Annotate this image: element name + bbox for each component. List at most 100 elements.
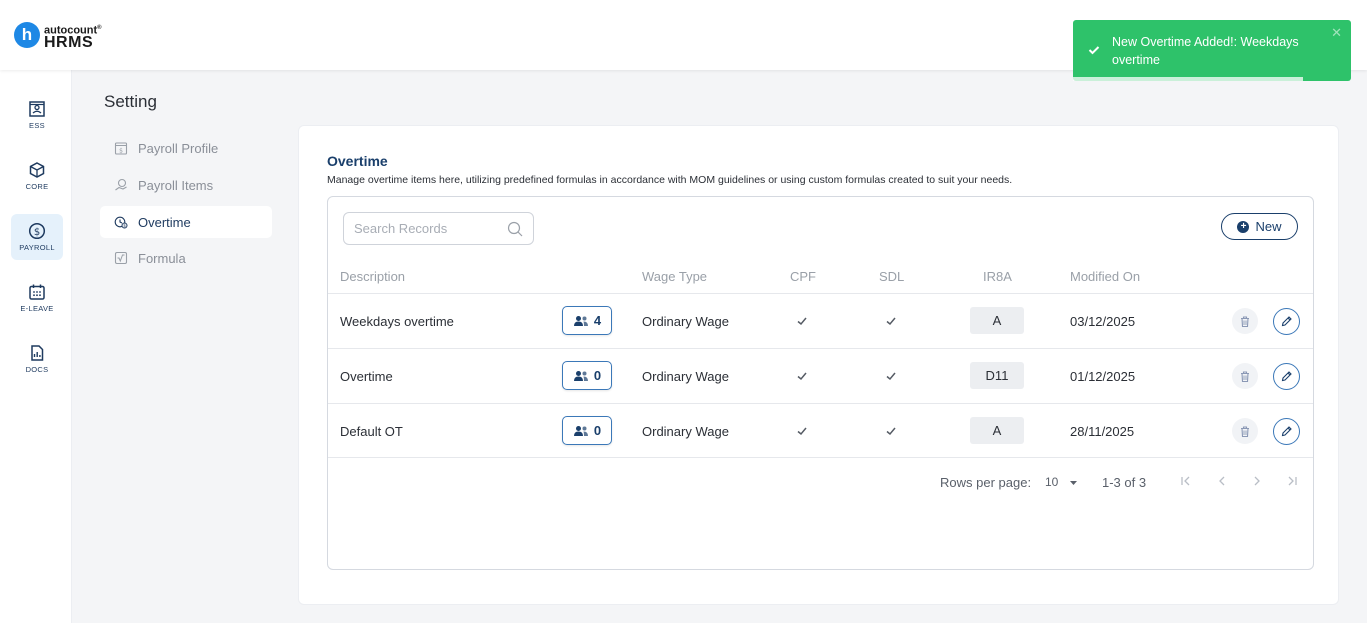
employee-count: 0 bbox=[593, 423, 602, 438]
plus-icon: + bbox=[1237, 220, 1250, 233]
row-description: Overtime bbox=[340, 369, 393, 384]
nav-item-payroll[interactable]: $ PAYROLL bbox=[11, 214, 63, 260]
chevron-right-icon bbox=[1254, 476, 1260, 486]
svg-text:$: $ bbox=[123, 223, 126, 229]
page-title: Overtime bbox=[327, 153, 388, 169]
search-box[interactable] bbox=[343, 212, 534, 245]
column-header-wage-type[interactable]: Wage Type bbox=[642, 269, 707, 284]
settings-title: Setting bbox=[104, 92, 157, 111]
rows-per-page-select[interactable]: 10 bbox=[1045, 475, 1078, 489]
nav-label: E-LEAVE bbox=[20, 304, 54, 313]
submenu-overtime[interactable]: $ Overtime bbox=[100, 206, 272, 238]
app-logo[interactable]: h autocount® HRMS bbox=[14, 22, 102, 51]
logo-icon: h bbox=[14, 22, 40, 49]
row-modified-on: 28/11/2025 bbox=[1070, 424, 1135, 439]
pagination-range: 1-3 of 3 bbox=[1102, 475, 1147, 490]
ir8a-badge: A bbox=[970, 417, 1024, 444]
row-wage-type: Ordinary Wage bbox=[642, 314, 729, 329]
people-icon bbox=[573, 370, 588, 381]
ir8a-badge: D11 bbox=[970, 362, 1024, 389]
column-header-ir8a[interactable]: IR8A bbox=[983, 269, 1012, 284]
nav-item-docs[interactable]: DOCS bbox=[11, 336, 63, 382]
overtime-icon: $ bbox=[114, 216, 128, 229]
sdl-check-icon bbox=[886, 427, 896, 436]
payroll-icon: $ bbox=[28, 222, 46, 240]
cpf-check-icon bbox=[797, 317, 807, 326]
people-icon bbox=[573, 315, 588, 326]
delete-button[interactable] bbox=[1232, 363, 1258, 389]
logo-product: HRMS bbox=[44, 33, 94, 51]
check-icon bbox=[1088, 46, 1100, 55]
sdl-check-icon bbox=[886, 317, 896, 326]
overtime-card: Overtime Manage overtime items here, uti… bbox=[298, 125, 1339, 605]
submenu-label: Payroll Items bbox=[138, 177, 214, 193]
first-page-button[interactable] bbox=[1179, 474, 1193, 491]
close-icon[interactable]: ✕ bbox=[1331, 25, 1342, 41]
pencil-icon bbox=[1281, 426, 1292, 437]
ir8a-badge: A bbox=[970, 307, 1024, 334]
edit-button[interactable] bbox=[1273, 363, 1300, 390]
search-input[interactable] bbox=[354, 221, 504, 236]
edit-button[interactable] bbox=[1273, 418, 1300, 445]
employees-button[interactable]: 4 bbox=[562, 306, 612, 335]
search-icon[interactable] bbox=[507, 221, 523, 237]
employees-button[interactable]: 0 bbox=[562, 361, 612, 390]
pencil-icon bbox=[1281, 316, 1292, 327]
trash-icon bbox=[1241, 425, 1249, 437]
delete-button[interactable] bbox=[1232, 418, 1258, 444]
page-description: Manage overtime items here, utilizing pr… bbox=[327, 174, 1013, 186]
payroll-items-icon bbox=[115, 178, 127, 191]
previous-page-button[interactable] bbox=[1215, 474, 1229, 491]
column-header-modified-on[interactable]: Modified On bbox=[1070, 269, 1140, 284]
employee-count: 4 bbox=[593, 313, 602, 328]
first-page-icon bbox=[1181, 476, 1190, 486]
sdl-check-icon bbox=[886, 372, 896, 381]
submenu-label: Formula bbox=[138, 250, 186, 266]
toast-progress-bar bbox=[1073, 77, 1303, 81]
submenu-formula[interactable]: Formula bbox=[100, 242, 272, 274]
submenu-label: Payroll Profile bbox=[138, 140, 219, 156]
rows-per-page-value: 10 bbox=[1045, 475, 1059, 489]
nav-label: ESS bbox=[29, 121, 45, 130]
caret-down-icon bbox=[1069, 481, 1077, 485]
new-button[interactable]: + New bbox=[1221, 213, 1298, 240]
row-modified-on: 01/12/2025 bbox=[1070, 369, 1136, 384]
success-toast: New Overtime Added!: Weekdays overtime ✕ bbox=[1073, 20, 1351, 81]
last-page-button[interactable] bbox=[1285, 474, 1299, 491]
people-icon bbox=[573, 425, 588, 436]
side-nav: ESS CORE $ PAYROLL E-LEAVE DOCS bbox=[0, 70, 72, 623]
nav-item-core[interactable]: CORE bbox=[11, 153, 63, 199]
nav-label: DOCS bbox=[25, 365, 49, 374]
nav-label: PAYROLL bbox=[19, 243, 55, 252]
employees-button[interactable]: 0 bbox=[562, 416, 612, 445]
overtime-table: + New Description Wage Type CPF SDL IR8A… bbox=[327, 196, 1314, 570]
row-modified-on: 03/12/2025 bbox=[1070, 314, 1136, 329]
edit-button[interactable] bbox=[1273, 308, 1300, 335]
table-row[interactable]: Overtime 0 Ordinary Wage D11 01/12/2025 bbox=[328, 348, 1313, 403]
pagination-bar: Rows per page: 10 1-3 of 3 bbox=[328, 457, 1313, 505]
nav-item-e-leave[interactable]: E-LEAVE bbox=[11, 275, 63, 321]
nav-item-ess[interactable]: ESS bbox=[11, 92, 63, 138]
trash-icon bbox=[1241, 370, 1249, 382]
pencil-icon bbox=[1281, 371, 1292, 382]
logo-brand-mark: ® bbox=[97, 25, 102, 31]
column-header-sdl[interactable]: SDL bbox=[879, 269, 904, 284]
delete-button[interactable] bbox=[1232, 308, 1258, 334]
chevron-left-icon bbox=[1219, 476, 1225, 486]
table-row[interactable]: Default OT 0 Ordinary Wage A 28/11/2025 bbox=[328, 403, 1313, 458]
submenu-payroll-items[interactable]: Payroll Items bbox=[100, 169, 272, 201]
column-header-description[interactable]: Description bbox=[340, 269, 405, 284]
next-page-button[interactable] bbox=[1250, 474, 1264, 491]
row-description: Default OT bbox=[340, 424, 403, 439]
last-page-icon bbox=[1288, 476, 1297, 486]
trash-icon bbox=[1241, 315, 1249, 327]
column-header-cpf[interactable]: CPF bbox=[790, 269, 816, 284]
docs-icon bbox=[31, 345, 44, 361]
row-description: Weekdays overtime bbox=[340, 314, 454, 329]
rows-per-page-label: Rows per page: bbox=[940, 475, 1032, 490]
payroll-profile-icon: $ bbox=[114, 142, 128, 155]
table-row[interactable]: Weekdays overtime 4 Ordinary Wage A 03/1… bbox=[328, 293, 1313, 348]
cpf-check-icon bbox=[797, 427, 807, 436]
calendar-icon bbox=[29, 284, 45, 300]
submenu-payroll-profile[interactable]: $ Payroll Profile bbox=[100, 132, 272, 164]
